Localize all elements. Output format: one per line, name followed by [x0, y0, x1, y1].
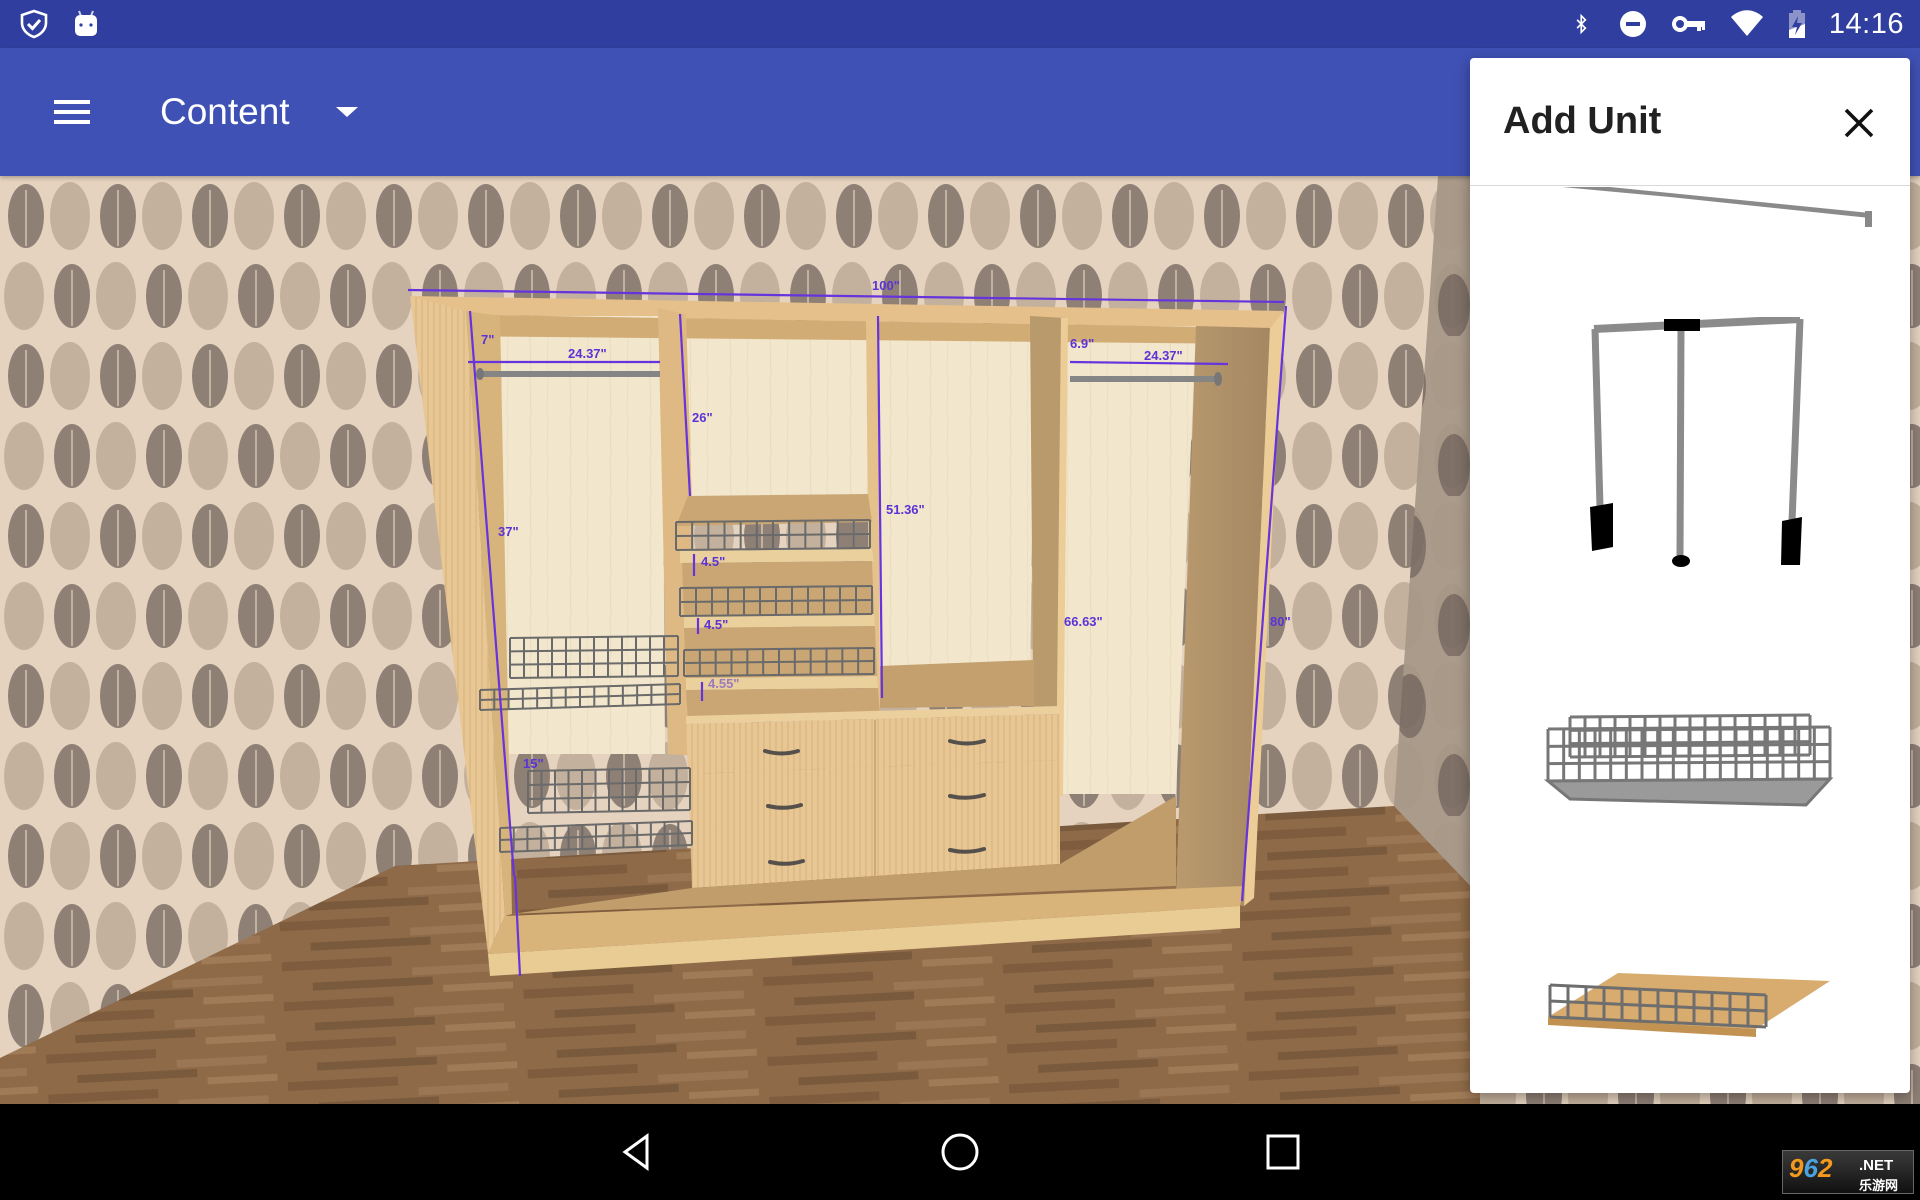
shelf-right-mid [880, 660, 1034, 708]
menu-line [54, 120, 90, 124]
do-not-disturb-icon [1619, 11, 1646, 37]
add-unit-panel: Add Unit [1470, 58, 1910, 1093]
content-selector[interactable]: Content [160, 82, 358, 142]
wifi-icon [1730, 10, 1763, 36]
menu-line [54, 100, 90, 104]
unit-item-hanging-rod[interactable] [1470, 187, 1910, 247]
menu-line [54, 110, 90, 114]
watermark-digit: 2 [1817, 1153, 1833, 1183]
basket-floor [1543, 777, 1834, 807]
watermark-suffix: .NET [1859, 1157, 1894, 1174]
panel-title: Add Unit [1503, 100, 1662, 142]
watermark-logo: 962 .NET 乐游网 [1782, 1150, 1914, 1194]
watermark-digit: 6 [1803, 1153, 1818, 1183]
android-icon [75, 10, 97, 36]
shelf-with-rail-icon [1548, 973, 1830, 1037]
basket-back [1568, 713, 1812, 759]
status-bar: 14:16 [0, 0, 1920, 48]
back-icon[interactable] [607, 1124, 667, 1180]
battery-charging-icon [1788, 10, 1805, 38]
rod-bracket [1214, 372, 1222, 386]
right-hanging-rod [1070, 376, 1220, 382]
unit-list[interactable] [1470, 187, 1910, 1093]
status-clock: 14:16 [1828, 7, 1904, 40]
recents-icon[interactable] [1254, 1124, 1314, 1180]
unit-item-shelf-with-rail[interactable] [1470, 957, 1910, 1093]
watermark-digit: 9 [1789, 1153, 1804, 1183]
android-screen: 14:16 Content 100" 7" 24.37" 26" 4.5" 4.… [0, 0, 1920, 1200]
wardrobe-lift-icon [1590, 315, 1804, 567]
watermark-subtitle: 乐游网 [1859, 1178, 1899, 1193]
unit-item-pull-down-wardrobe-lift[interactable] [1470, 315, 1910, 617]
dropdown-caret-icon [335, 107, 358, 117]
left-hanging-rod [480, 371, 660, 377]
hamburger-menu-icon[interactable] [40, 84, 104, 140]
unit-item-wire-basket[interactable] [1470, 687, 1910, 867]
rod-bracket [476, 368, 484, 380]
hanging-rod-icon [1562, 187, 1872, 227]
wire-basket-icon [1543, 713, 1834, 807]
content-selector-label: Content [160, 91, 290, 132]
close-icon[interactable] [1836, 100, 1882, 146]
right-bay-back [1062, 326, 1196, 794]
shelf-b [680, 549, 874, 563]
shelf-f [686, 676, 878, 690]
watermark-digits: 962 [1789, 1153, 1832, 1184]
vpn-key-icon [1671, 16, 1705, 32]
mid-right-back [878, 324, 1035, 686]
panel-header: Add Unit [1470, 58, 1910, 186]
shelf-e [684, 626, 877, 678]
shield-check-icon [20, 9, 48, 39]
home-icon[interactable] [930, 1124, 990, 1180]
navigation-bar [0, 1104, 1920, 1200]
mid-upper-back [686, 324, 868, 498]
bluetooth-icon [1576, 13, 1587, 35]
